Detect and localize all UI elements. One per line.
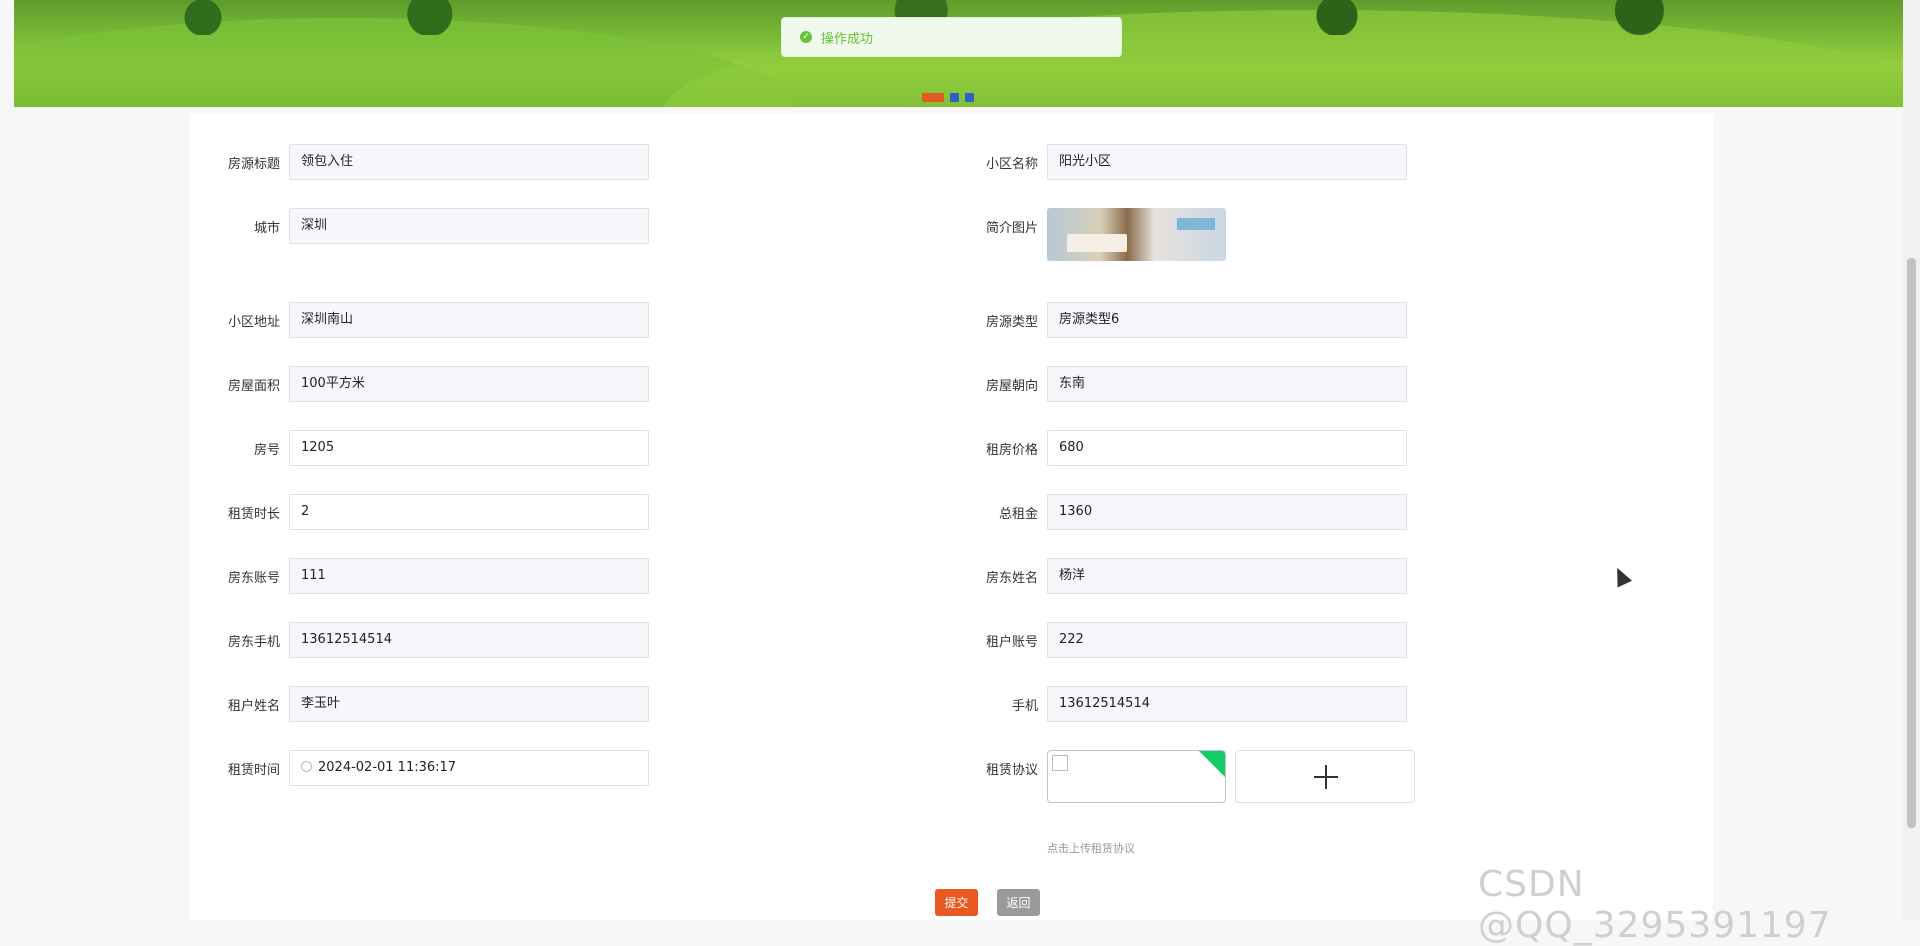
label-phone: 手机 bbox=[1011, 699, 1038, 714]
community-field[interactable]: 阳光小区 bbox=[1047, 144, 1407, 180]
broken-image-icon bbox=[1052, 755, 1068, 771]
label-room-no: 房号 bbox=[253, 443, 280, 458]
scrollbar-thumb[interactable] bbox=[1907, 258, 1916, 828]
label-area: 房屋面积 bbox=[227, 379, 280, 394]
lease-time-value: 2024-02-01 11:36:17 bbox=[318, 760, 457, 775]
carousel-dot-2[interactable] bbox=[950, 93, 959, 102]
lease-time-picker[interactable]: 2024-02-01 11:36:17 bbox=[289, 750, 649, 786]
carousel-indicators bbox=[922, 93, 974, 102]
submit-button[interactable]: 提交 bbox=[935, 889, 978, 916]
upload-success-badge bbox=[1199, 751, 1225, 777]
label-landlord-account: 房东账号 bbox=[227, 571, 280, 586]
landlord-account-field[interactable]: 111 bbox=[289, 558, 649, 594]
label-city: 城市 bbox=[253, 221, 280, 236]
label-house-type: 房源类型 bbox=[985, 315, 1038, 330]
room-number-input[interactable]: 1205 bbox=[289, 430, 649, 466]
clock-icon bbox=[301, 761, 312, 772]
city-field[interactable]: 深圳 bbox=[289, 208, 649, 244]
rent-price-input[interactable]: 680 bbox=[1047, 430, 1407, 466]
watermark: CSDN @QQ_3295391197 bbox=[1478, 864, 1832, 946]
image-frame-shape bbox=[1177, 218, 1215, 230]
label-lease-time: 租赁时间 bbox=[227, 763, 280, 778]
agreement-upload-button[interactable] bbox=[1235, 750, 1415, 803]
agreement-file-preview[interactable] bbox=[1047, 750, 1226, 803]
check-circle-icon: ✓ bbox=[800, 31, 812, 43]
tenant-name-field[interactable]: 李玉叶 bbox=[289, 686, 649, 722]
carousel-dot-3[interactable] bbox=[965, 93, 974, 102]
address-field[interactable]: 深圳南山 bbox=[289, 302, 649, 338]
label-rent-price: 租房价格 bbox=[985, 443, 1038, 458]
label-landlord-name: 房东姓名 bbox=[985, 571, 1038, 586]
phone-field[interactable]: 13612514514 bbox=[1047, 686, 1407, 722]
back-button[interactable]: 返回 bbox=[997, 889, 1040, 916]
toast-message: 操作成功 bbox=[821, 31, 874, 47]
label-duration: 租赁时长 bbox=[227, 507, 280, 522]
label-total-rent: 总租金 bbox=[998, 507, 1038, 522]
label-tenant-name: 租户姓名 bbox=[227, 699, 280, 714]
image-bed-shape bbox=[1067, 234, 1127, 252]
label-community: 小区名称 bbox=[985, 157, 1038, 172]
cover-image bbox=[1047, 208, 1226, 261]
landlord-phone-field[interactable]: 13612514514 bbox=[289, 622, 649, 658]
label-orientation: 房屋朝向 bbox=[985, 379, 1038, 394]
page-scrollbar[interactable] bbox=[1903, 0, 1920, 920]
label-address: 小区地址 bbox=[227, 315, 280, 330]
success-toast: ✓ 操作成功 bbox=[781, 17, 1122, 57]
label-landlord-phone: 房东手机 bbox=[227, 635, 280, 650]
label-title: 房源标题 bbox=[227, 157, 280, 172]
title-field[interactable]: 领包入住 bbox=[289, 144, 649, 180]
plus-icon bbox=[1314, 765, 1338, 789]
label-cover-image: 简介图片 bbox=[985, 221, 1038, 236]
upload-hint: 点击上传租赁协议 bbox=[1047, 842, 1135, 855]
orientation-field[interactable]: 东南 bbox=[1047, 366, 1407, 402]
label-lease-agreement: 租赁协议 bbox=[985, 763, 1038, 778]
total-rent-field[interactable]: 1360 bbox=[1047, 494, 1407, 530]
duration-input[interactable]: 2 bbox=[289, 494, 649, 530]
tenant-account-field[interactable]: 222 bbox=[1047, 622, 1407, 658]
house-type-field[interactable]: 房源类型6 bbox=[1047, 302, 1407, 338]
label-tenant-account: 租户账号 bbox=[985, 635, 1038, 650]
carousel-dot-1[interactable] bbox=[922, 93, 944, 102]
landlord-name-field[interactable]: 杨洋 bbox=[1047, 558, 1407, 594]
area-field[interactable]: 100平方米 bbox=[289, 366, 649, 402]
